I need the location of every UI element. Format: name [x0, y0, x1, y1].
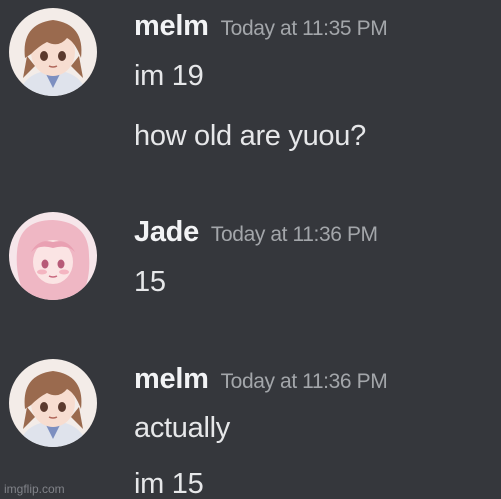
- user-avatar[interactable]: [9, 8, 97, 96]
- user-avatar[interactable]: [9, 212, 97, 300]
- timestamp: Today at 11:35 PM: [220, 17, 388, 40]
- message-text: how old are yuou?: [134, 120, 366, 152]
- user-avatar[interactable]: [9, 359, 97, 447]
- username[interactable]: melm: [134, 363, 209, 396]
- message-header: Jade Today at 11:36 PM: [134, 216, 378, 249]
- message-header: melm Today at 11:36 PM: [134, 363, 388, 396]
- message-text: actually: [134, 412, 230, 444]
- watermark: imgflip.com: [4, 482, 65, 496]
- timestamp: Today at 11:36 PM: [210, 223, 378, 246]
- anime-pink-hair-avatar-icon: [9, 212, 97, 300]
- timestamp: Today at 11:36 PM: [220, 370, 388, 393]
- username[interactable]: Jade: [134, 216, 199, 249]
- message-header: melm Today at 11:35 PM: [134, 10, 388, 43]
- username[interactable]: melm: [134, 10, 209, 43]
- anime-brown-hair-avatar-icon: [9, 359, 97, 447]
- anime-brown-hair-avatar-icon: [9, 8, 97, 96]
- chat-messages-pane: melm Today at 11:35 PM im 19 how old are…: [0, 0, 501, 499]
- message-text: im 15: [134, 468, 204, 499]
- message-text: im 19: [134, 60, 204, 92]
- message-text: 15: [134, 266, 166, 298]
